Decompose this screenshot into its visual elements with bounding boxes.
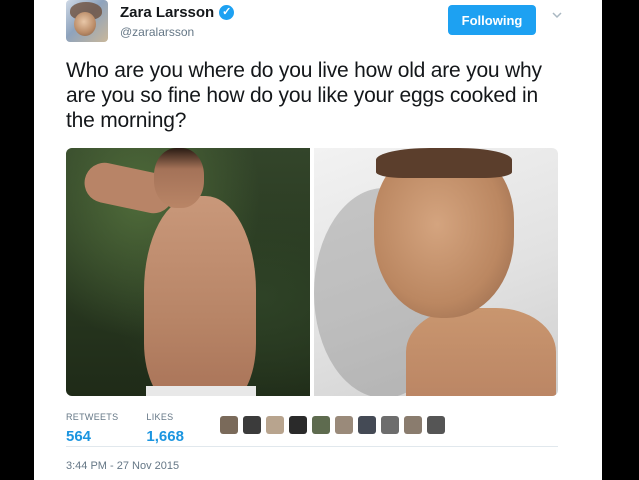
user-handle[interactable]: @zaralarsson — [120, 25, 194, 39]
user-avatar[interactable] — [66, 0, 108, 42]
media-photo-1[interactable] — [66, 148, 310, 396]
liker-avatar-5[interactable] — [312, 416, 330, 434]
tweet-timestamp[interactable]: 3:44 PM - 27 Nov 2015 — [66, 460, 179, 472]
liker-avatar-10[interactable] — [427, 416, 445, 434]
photo-1-head — [154, 148, 204, 208]
liker-avatar-1[interactable] — [220, 416, 238, 434]
photo-1-shorts — [146, 386, 256, 396]
tweet-stats: RETWEETS 564 LIKES 1,668 — [66, 412, 184, 445]
following-button[interactable]: Following — [448, 5, 536, 35]
chevron-down-icon[interactable] — [552, 10, 562, 20]
retweets-label: RETWEETS — [66, 412, 119, 422]
likes-stat[interactable]: LIKES 1,668 — [146, 412, 184, 445]
liker-avatar-9[interactable] — [404, 416, 422, 434]
tweet-text: Who are you where do you live how old ar… — [66, 59, 542, 132]
user-name[interactable]: Zara Larsson ✓ — [120, 4, 235, 21]
retweets-count: 564 — [66, 428, 92, 445]
avatar-face — [74, 12, 96, 36]
tweet-media — [66, 148, 558, 396]
photo-2-shoulders — [406, 308, 556, 396]
photo-1-torso — [144, 196, 256, 396]
photo-2-hair — [376, 148, 512, 178]
liker-avatar-3[interactable] — [266, 416, 284, 434]
tweet-card: Zara Larsson ✓ @zaralarsson Following Wh… — [34, 0, 602, 480]
likes-count: 1,668 — [146, 428, 184, 445]
likes-label: LIKES — [146, 412, 174, 422]
liker-avatar-6[interactable] — [335, 416, 353, 434]
liker-avatar-2[interactable] — [243, 416, 261, 434]
divider — [66, 446, 558, 447]
user-name-text: Zara Larsson — [120, 4, 215, 21]
media-photo-2[interactable] — [314, 148, 558, 396]
verified-check-icon: ✓ — [219, 5, 235, 20]
retweets-stat[interactable]: RETWEETS 564 — [66, 412, 118, 445]
liker-avatar-7[interactable] — [358, 416, 376, 434]
liker-avatar-4[interactable] — [289, 416, 307, 434]
liker-avatars — [220, 416, 445, 434]
liker-avatar-8[interactable] — [381, 416, 399, 434]
